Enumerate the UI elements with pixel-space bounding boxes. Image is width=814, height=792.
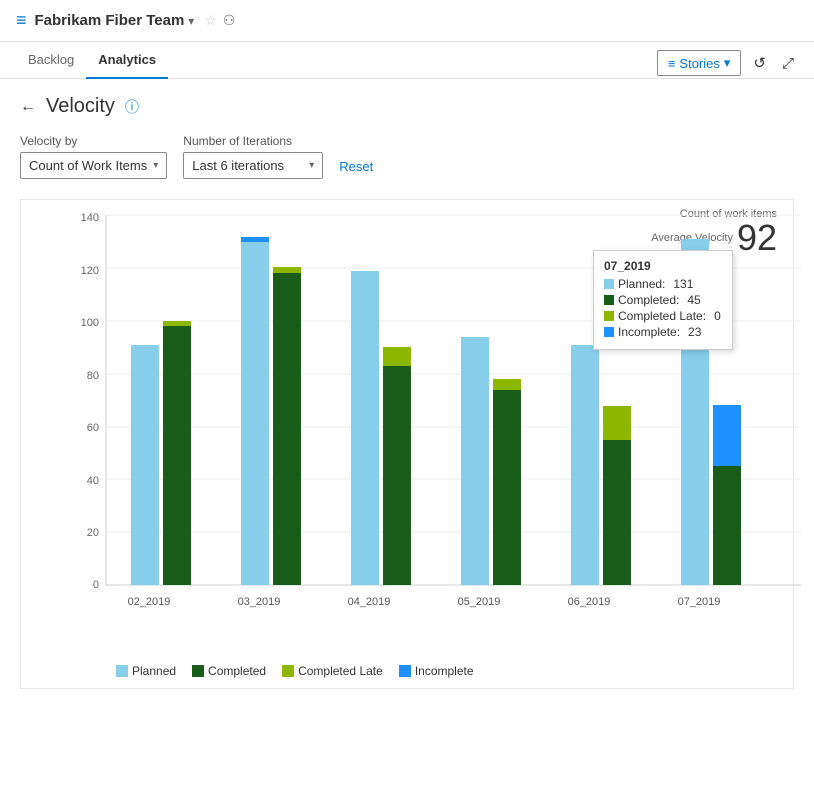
members-icon[interactable]: ⚇ [223, 12, 236, 29]
stories-label: Stories [679, 56, 719, 71]
bar-04-planned [351, 271, 379, 585]
bar-06-planned [571, 345, 599, 585]
legend-planned-label: Planned [132, 664, 176, 678]
iterations-filter: Number of Iterations Last 6 iterations ▾ [183, 134, 323, 179]
header: ≡ Fabrikam Fiber Team ▾ ☆ ⚇ [0, 0, 814, 42]
chart-tooltip: 07_2019 Planned: 131 Completed: 45 Compl… [593, 250, 733, 350]
filters: Velocity by Count of Work Items ▾ Number… [20, 134, 794, 179]
legend-planned: Planned [116, 664, 176, 678]
velocity-by-filter: Velocity by Count of Work Items ▾ [20, 134, 167, 179]
legend-completed: Completed [192, 664, 266, 678]
favorite-icon[interactable]: ☆ [204, 12, 217, 29]
page-title: Velocity [46, 95, 115, 118]
tooltip-completed-row: Completed: 45 [604, 293, 722, 307]
tooltip-completed-value: 45 [687, 293, 700, 307]
velocity-by-label: Velocity by [20, 134, 167, 148]
legend-planned-color [116, 665, 128, 677]
team-name: Fabrikam Fiber Team [35, 12, 185, 29]
bar-03-incomplete [241, 237, 269, 242]
tooltip-sprint: 07_2019 [604, 259, 722, 273]
tooltip-planned-value: 131 [673, 277, 693, 291]
velocity-by-chevron-icon: ▾ [153, 160, 158, 171]
tooltip-planned-color [604, 279, 614, 289]
legend-incomplete-color [399, 665, 411, 677]
y-label-100: 100 [81, 317, 99, 329]
legend-completed-color [192, 665, 204, 677]
tooltip-incomplete-value: 23 [688, 325, 701, 339]
back-arrow-icon[interactable]: ← [20, 98, 36, 116]
chart-container: Count of work items Average Velocity 92 … [20, 199, 794, 689]
y-label-40: 40 [87, 475, 99, 487]
stories-button[interactable]: ≡ Stories ▾ [657, 50, 742, 76]
tooltip-planned-row: Planned: 131 [604, 277, 722, 291]
legend-completed-label: Completed [208, 664, 266, 678]
app-icon: ≡ [16, 10, 27, 31]
help-icon[interactable]: ⓘ [125, 97, 139, 117]
x-label-04: 04_2019 [348, 596, 391, 608]
chart-legend: Planned Completed Completed Late Incompl… [116, 664, 474, 678]
tooltip-completed-late-label: Completed Late: [618, 309, 706, 323]
team-chevron-icon[interactable]: ▾ [188, 14, 194, 28]
bar-03-planned [241, 242, 269, 585]
y-label-60: 60 [87, 422, 99, 434]
x-label-07: 07_2019 [678, 596, 721, 608]
reset-button[interactable]: Reset [339, 154, 373, 179]
bar-02-completed [163, 326, 191, 585]
legend-completed-late-label: Completed Late [298, 664, 383, 678]
tooltip-incomplete-row: Incomplete: 23 [604, 325, 722, 339]
y-label-80: 80 [87, 370, 99, 382]
bar-04-completed [383, 366, 411, 585]
bar-06-completed [603, 440, 631, 585]
page-header: ← Velocity ⓘ [20, 95, 794, 118]
x-label-05: 05_2019 [458, 596, 501, 608]
tooltip-completed-late-row: Completed Late: 0 [604, 309, 722, 323]
x-label-03: 03_2019 [238, 596, 281, 608]
tooltip-incomplete-color [604, 327, 614, 337]
y-label-20: 20 [87, 527, 99, 539]
stories-chevron-icon: ▾ [724, 55, 731, 71]
bar-05-completed [493, 390, 521, 585]
stories-icon: ≡ [668, 56, 676, 71]
bar-02-completed-late [163, 321, 191, 326]
bar-03-completed-late [273, 267, 301, 273]
legend-incomplete: Incomplete [399, 664, 474, 678]
velocity-by-select[interactable]: Count of Work Items ▾ [20, 152, 167, 179]
expand-button[interactable]: ⤢ [778, 51, 798, 76]
y-label-140: 140 [81, 212, 99, 224]
x-label-02: 02_2019 [128, 596, 171, 608]
legend-completed-late: Completed Late [282, 664, 383, 678]
bar-04-completed-late [383, 347, 411, 366]
tab-analytics[interactable]: Analytics [86, 42, 168, 79]
x-label-06: 06_2019 [568, 596, 611, 608]
bar-07-completed [713, 466, 741, 585]
y-label-0: 0 [93, 579, 99, 591]
bar-03-completed [273, 273, 301, 585]
bar-02-planned [131, 345, 159, 585]
legend-completed-late-color [282, 665, 294, 677]
bar-05-planned [461, 337, 489, 585]
legend-incomplete-label: Incomplete [415, 664, 474, 678]
iterations-select[interactable]: Last 6 iterations ▾ [183, 152, 323, 179]
top-right-controls: ≡ Stories ▾ ↺ ⤢ [657, 50, 798, 76]
bar-06-completed-late [603, 406, 631, 440]
tooltip-completed-color [604, 295, 614, 305]
bar-07-incomplete [713, 405, 741, 466]
main-content: ← Velocity ⓘ Velocity by Count of Work I… [0, 79, 814, 705]
tooltip-completed-late-color [604, 311, 614, 321]
tooltip-completed-late-value: 0 [714, 309, 721, 323]
y-label-120: 120 [81, 265, 99, 277]
iterations-chevron-icon: ▾ [309, 160, 314, 171]
tooltip-planned-label: Planned: [618, 277, 665, 291]
bar-05-completed-late [493, 379, 521, 390]
nav-tabs: Backlog Analytics ≡ Stories ▾ ↺ ⤢ [0, 42, 814, 79]
iterations-value: Last 6 iterations [192, 158, 284, 173]
tab-backlog[interactable]: Backlog [16, 42, 86, 79]
tooltip-incomplete-label: Incomplete: [618, 325, 680, 339]
velocity-by-value: Count of Work Items [29, 158, 147, 173]
iterations-label: Number of Iterations [183, 134, 323, 148]
tooltip-completed-label: Completed: [618, 293, 679, 307]
refresh-button[interactable]: ↺ [749, 50, 770, 76]
